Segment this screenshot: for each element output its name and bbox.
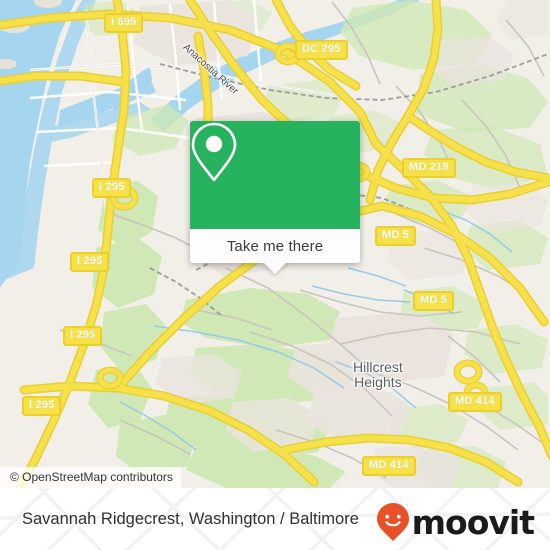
osm-attribution[interactable]: © OpenStreetMap contributors <box>0 467 181 488</box>
moovit-wordmark: moovit <box>411 502 535 542</box>
footer-bar: Savannah Ridgecrest, Washington / Baltim… <box>0 488 550 550</box>
road-shield-i295-2[interactable]: I 295 <box>70 252 110 272</box>
callout-header <box>190 121 360 229</box>
callout-tail <box>264 263 286 274</box>
road-shield-i695[interactable]: I 695 <box>104 13 144 33</box>
moovit-brand[interactable]: moovit <box>376 502 535 542</box>
road-shield-md414-1[interactable]: MD 414 <box>448 392 502 412</box>
road-shield-md414-2[interactable]: MD 414 <box>362 456 416 476</box>
road-shield-md218[interactable]: MD 218 <box>402 158 456 178</box>
road-shield-md5-2[interactable]: MD 5 <box>413 291 455 311</box>
road-shield-i295-3[interactable]: I 295 <box>63 326 103 346</box>
road-shield-i295-4[interactable]: I 295 <box>22 396 62 416</box>
take-me-there-label: Take me there <box>226 237 324 255</box>
location-callout[interactable]: Take me there <box>190 121 360 274</box>
place-label-line2: Heights <box>354 374 402 390</box>
map-canvas[interactable]: Anacostia River Tunnel Hillcrest Heights… <box>0 0 550 488</box>
page-title: Savannah Ridgecrest, Washington / Baltim… <box>22 510 359 528</box>
take-me-there-button[interactable]: Take me there <box>190 229 360 263</box>
place-label-hillcrest-heights: Hillcrest Heights <box>353 360 403 390</box>
road-shield-dc295[interactable]: DC 295 <box>295 40 348 60</box>
place-label-line1: Hillcrest <box>353 359 403 375</box>
screenshot-root: Anacostia River Tunnel Hillcrest Heights… <box>0 0 550 550</box>
road-shield-i295-1[interactable]: I 295 <box>92 178 132 198</box>
map-pin-icon <box>191 122 237 182</box>
moovit-smile-pin-icon <box>376 503 409 541</box>
road-shield-md5-1[interactable]: MD 5 <box>375 226 417 246</box>
